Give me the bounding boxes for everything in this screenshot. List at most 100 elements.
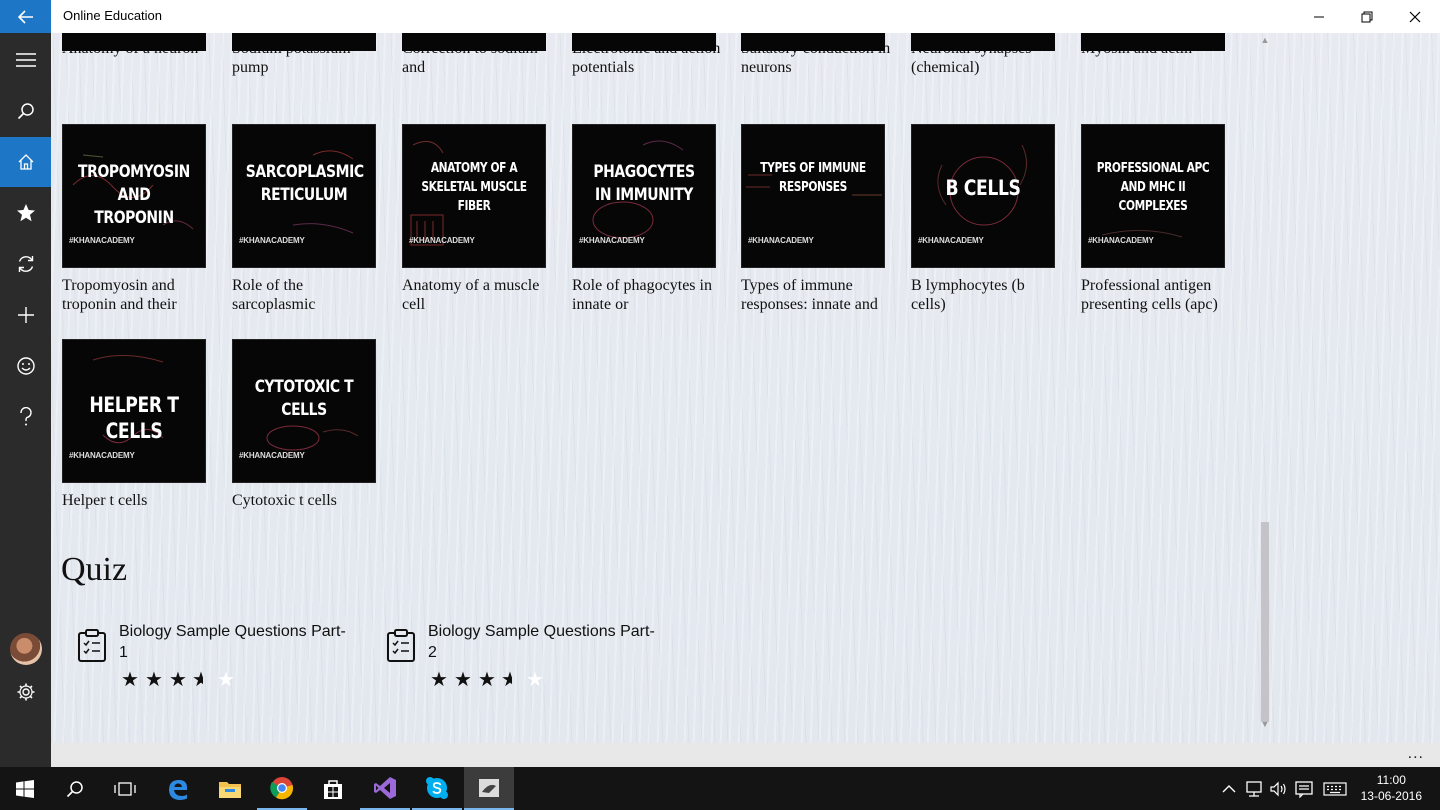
quiz-item[interactable]: Biology Sample Questions Part-1 ★ ★ ★ ★	[77, 621, 357, 701]
tray-chevron-up-icon[interactable]	[1219, 779, 1239, 799]
video-label: B lymphocytes (b cells)	[911, 277, 1025, 313]
khan-academy-brand: #KHANACADEMY	[239, 451, 305, 460]
file-explorer-icon	[219, 781, 241, 798]
network-icon[interactable]	[1244, 779, 1264, 799]
video-tile[interactable]: CYTOTOXIC T CELLS #KHANACADEMY Cytotoxic…	[232, 339, 382, 529]
file-explorer-app[interactable]	[205, 767, 255, 810]
close-button[interactable]	[1391, 0, 1439, 33]
video-tile[interactable]: TYPES OF IMMUNE RESPONSES #KHANACADEMY T…	[741, 124, 891, 314]
taskbar-search-button[interactable]	[50, 767, 100, 810]
settings-icon	[17, 683, 34, 701]
thumbnail-title: CYTOTOXIC T CELLS	[254, 377, 354, 420]
video-tile[interactable]: Myosin and actin	[1081, 33, 1231, 77]
visual-studio-app[interactable]	[360, 767, 410, 810]
search-icon	[66, 780, 83, 797]
user-avatar[interactable]	[10, 633, 42, 665]
video-tile[interactable]: PROFESSIONAL APC AND MHC II COMPLEXES #K…	[1081, 124, 1231, 314]
hamburger-menu-icon	[15, 53, 36, 67]
volume-icon[interactable]	[1269, 779, 1289, 799]
video-tile[interactable]: Saltatory conduction in neurons	[741, 33, 891, 77]
content-area: Anatomy of a neuron Sodium potassium pum…	[51, 33, 1440, 743]
more-options-button[interactable]: ...	[1408, 745, 1424, 763]
khan-academy-brand: #KHANACADEMY	[1088, 236, 1154, 245]
online-education-app[interactable]	[464, 767, 514, 810]
video-tile[interactable]: TROPOMYOSIN AND TROPONIN #KHANACADEMY Tr…	[62, 124, 212, 314]
scroll-up-arrow-icon[interactable]: ▲	[1259, 35, 1271, 47]
nav-settings-button[interactable]	[0, 667, 51, 717]
clipboard-checklist-icon	[387, 629, 415, 662]
nav-refresh-button[interactable]	[0, 239, 51, 289]
scroll-thumb[interactable]	[1261, 522, 1269, 722]
action-center-icon[interactable]	[1294, 779, 1314, 799]
nav-home-button[interactable]	[0, 137, 51, 187]
star-icon: ★	[169, 669, 187, 691]
vertical-scrollbar[interactable]: ▲ ▼	[1258, 33, 1272, 733]
help-icon	[19, 407, 32, 426]
home-icon	[18, 154, 33, 170]
video-thumbnail: B CELLS #KHANACADEMY	[911, 124, 1055, 268]
nav-help-button[interactable]	[0, 392, 51, 442]
thumbnail-title: HELPER T CELLS	[89, 393, 179, 443]
rating-stars: ★ ★ ★ ★	[428, 669, 546, 691]
quiz-title: Biology Sample Questions Part-2	[428, 623, 655, 661]
khan-academy-brand: #KHANACADEMY	[239, 236, 305, 245]
video-tile[interactable]: PHAGOCYTES IN IMMUNITY #KHANACADEMY Role…	[572, 124, 722, 314]
minimize-button[interactable]	[1295, 0, 1343, 33]
video-tile[interactable]: Neuronal synapses (chemical)	[911, 33, 1061, 77]
video-label: Helper t cells	[62, 492, 148, 509]
skype-icon	[426, 776, 448, 799]
keyboard-icon[interactable]	[1322, 779, 1348, 799]
system-clock[interactable]: 11:00 13-06-2016	[1361, 772, 1422, 804]
video-label: Role of phagocytes in innate or	[572, 277, 712, 313]
video-label: Cytotoxic t cells	[232, 492, 337, 509]
minimize-icon	[1314, 16, 1324, 17]
video-thumbnail	[232, 33, 376, 51]
start-button[interactable]	[0, 767, 50, 810]
skype-app[interactable]	[412, 767, 462, 810]
video-tile[interactable]: ANATOMY OF A SKELETAL MUSCLE FIBER #KHAN…	[402, 124, 552, 314]
video-tile[interactable]: HELPER T CELLS #KHANACADEMY Helper t cel…	[62, 339, 212, 529]
chrome-app[interactable]	[257, 767, 307, 810]
thumbnail-title: TYPES OF IMMUNE RESPONSES	[760, 161, 866, 195]
online-education-app-icon	[479, 778, 499, 797]
empty-star-icon: ★	[526, 669, 544, 691]
video-tile[interactable]: Electrotonic and action potentials	[572, 33, 722, 77]
thumbnail-title: PHAGOCYTES IN IMMUNITY	[593, 162, 695, 205]
show-desktop-button[interactable]	[1434, 767, 1440, 810]
video-thumbnail: ANATOMY OF A SKELETAL MUSCLE FIBER #KHAN…	[402, 124, 546, 268]
visual-studio-icon	[374, 776, 396, 799]
clipboard-checklist-icon	[78, 629, 106, 662]
rating-stars: ★ ★ ★ ★	[119, 669, 237, 691]
video-label: Role of the sarcoplasmic	[232, 277, 316, 313]
khan-academy-brand: #KHANACADEMY	[409, 236, 475, 245]
video-tile[interactable]: Sodium potassium pump	[232, 33, 382, 77]
video-tile[interactable]: SARCOPLASMIC RETICULUM #KHANACADEMY Role…	[232, 124, 382, 314]
chrome-icon	[270, 776, 294, 799]
nav-add-button[interactable]	[0, 290, 51, 340]
empty-star-icon: ★	[217, 669, 235, 691]
menu-button[interactable]	[0, 35, 51, 85]
video-thumbnail: PHAGOCYTES IN IMMUNITY #KHANACADEMY	[572, 124, 716, 268]
edge-app[interactable]	[153, 767, 203, 810]
video-tile[interactable]: B CELLS #KHANACADEMY B lymphocytes (b ce…	[911, 124, 1061, 314]
left-navigation	[0, 33, 51, 767]
nav-favorites-button[interactable]	[0, 188, 51, 238]
restore-button[interactable]	[1343, 0, 1391, 33]
task-view-button[interactable]	[100, 767, 150, 810]
app-title: Online Education	[63, 8, 163, 23]
nav-feedback-button[interactable]	[0, 341, 51, 391]
back-button[interactable]	[0, 0, 51, 33]
video-tile[interactable]: Anatomy of a neuron	[62, 33, 212, 77]
quiz-item[interactable]: Biology Sample Questions Part-2 ★ ★ ★ ★	[386, 621, 666, 701]
nav-search-button[interactable]	[0, 86, 51, 136]
title-bar: Online Education	[0, 0, 1440, 33]
scroll-down-arrow-icon[interactable]: ▼	[1259, 719, 1271, 731]
video-label: Anatomy of a muscle cell	[402, 277, 540, 313]
back-arrow-icon	[17, 9, 33, 24]
video-thumbnail	[62, 33, 206, 51]
add-icon	[17, 307, 34, 323]
star-icon	[16, 204, 35, 222]
video-tile[interactable]: Correction to sodium and	[402, 33, 552, 77]
edge-browser-icon	[169, 779, 188, 800]
store-app[interactable]	[308, 767, 358, 810]
